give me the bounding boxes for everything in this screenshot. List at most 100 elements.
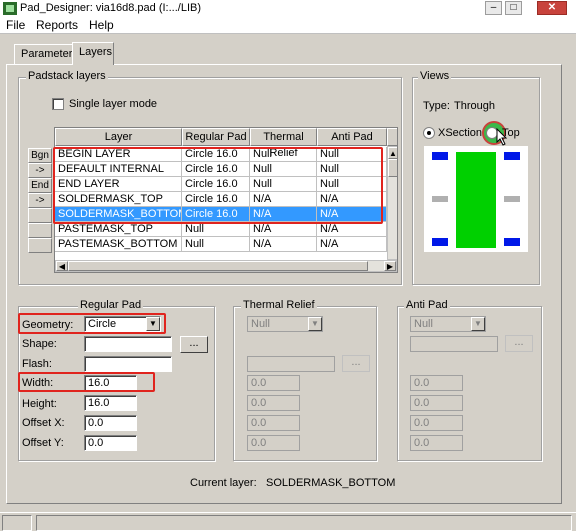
row-button[interactable]: End xyxy=(28,178,52,193)
cell-layer[interactable]: BEGIN LAYER xyxy=(55,147,182,162)
menu-reports[interactable]: Reports xyxy=(36,18,78,32)
cell-layer[interactable]: END LAYER xyxy=(55,177,182,192)
cell-layer[interactable]: SOLDERMASK_BOTTOM xyxy=(55,207,182,222)
cell-layer[interactable]: SOLDERMASK_TOP xyxy=(55,192,182,207)
thermal-geometry-select: Null ▼ xyxy=(247,316,323,332)
top-pad-left xyxy=(432,152,448,160)
height-field[interactable]: 16.0 xyxy=(84,395,137,411)
column-header-layer[interactable]: Layer xyxy=(55,128,182,146)
scroll-h-thumb[interactable] xyxy=(68,261,368,271)
geometry-select[interactable]: Circle ▼ xyxy=(84,316,161,332)
bottom-pad-right xyxy=(504,238,520,246)
width-label: Width: xyxy=(22,377,54,389)
cell-regular-pad[interactable]: Circle 16.0 xyxy=(182,192,250,207)
close-button[interactable]: ✕ xyxy=(537,1,567,15)
row-button[interactable] xyxy=(28,208,52,223)
cell-regular-pad[interactable]: Circle 16.0 xyxy=(182,177,250,192)
shape-browse-button[interactable]: ... xyxy=(180,336,208,353)
single-layer-checkbox[interactable] xyxy=(52,98,64,110)
maximize-button[interactable]: □ xyxy=(505,1,522,15)
menu-help[interactable]: Help xyxy=(89,18,114,32)
xsection-view xyxy=(424,146,528,252)
xsection-label: XSection xyxy=(438,127,483,139)
tab-layers[interactable]: Layers xyxy=(72,42,114,65)
thermal-relief-label: Thermal Relief xyxy=(241,299,317,311)
chevron-down-icon[interactable]: ▼ xyxy=(146,317,160,331)
column-header-blank xyxy=(387,128,397,146)
cell-anti-pad[interactable]: N/A xyxy=(317,222,387,237)
layers-table: Layer Regular Pad Thermal Relief Anti Pa… xyxy=(54,127,398,273)
cell-anti-pad[interactable]: Null xyxy=(317,162,387,177)
cell-thermal-relief[interactable]: Null xyxy=(250,162,317,177)
table-horizontal-scrollbar[interactable]: ◀ ▶ xyxy=(55,260,397,272)
geometry-label: Geometry: xyxy=(22,319,74,331)
cell-thermal-relief[interactable]: N/A xyxy=(250,207,317,222)
cell-regular-pad[interactable]: Circle 16.0 xyxy=(182,147,250,162)
cell-anti-pad[interactable]: N/A xyxy=(317,192,387,207)
scroll-up-arrow-icon[interactable]: ▲ xyxy=(388,147,397,159)
anti-geometry-select: Null ▼ xyxy=(410,316,486,332)
cell-layer[interactable]: DEFAULT INTERNAL xyxy=(55,162,182,177)
tab-parameters[interactable]: Parameters xyxy=(14,44,78,64)
xsection-radio[interactable] xyxy=(423,127,435,139)
offset-y-field[interactable]: 0.0 xyxy=(84,435,137,451)
cell-anti-pad[interactable]: Null xyxy=(317,177,387,192)
menu-bar: File Reports Help xyxy=(0,17,576,34)
current-layer-value: SOLDERMASK_BOTTOM xyxy=(266,477,396,489)
shape-field[interactable] xyxy=(84,336,172,352)
minimize-button[interactable]: – xyxy=(485,1,502,15)
cell-anti-pad[interactable]: Null xyxy=(317,147,387,162)
drill-barrel xyxy=(456,152,496,248)
cell-anti-pad[interactable]: N/A xyxy=(317,207,387,222)
shape-label: Shape: xyxy=(22,338,57,350)
bottom-pad-left xyxy=(432,238,448,246)
row-button[interactable]: -> xyxy=(28,163,52,178)
column-header-regular-pad[interactable]: Regular Pad xyxy=(182,128,250,146)
cell-regular-pad[interactable]: Circle 16.0 xyxy=(182,207,250,222)
type-value: Through xyxy=(454,100,495,112)
cell-thermal-relief[interactable]: N/A xyxy=(250,192,317,207)
offset-x-field[interactable]: 0.0 xyxy=(84,415,137,431)
scroll-right-arrow-icon[interactable]: ▶ xyxy=(384,261,396,271)
row-button[interactable]: -> xyxy=(28,193,52,208)
cell-regular-pad[interactable]: Circle 16.0 xyxy=(182,162,250,177)
table-vertical-scrollbar[interactable]: ▲ xyxy=(387,146,397,260)
offset-y-label: Offset Y: xyxy=(22,437,64,449)
cell-anti-pad[interactable]: N/A xyxy=(317,237,387,252)
padstack-layers-label: Padstack layers xyxy=(26,70,108,82)
row-button[interactable]: Bgn xyxy=(28,148,52,163)
window-title: Pad_Designer: via16d8.pad (I:.../LIB) xyxy=(20,2,201,14)
thermal-height-field: 0.0 xyxy=(247,395,300,411)
cell-thermal-relief[interactable]: Null xyxy=(250,147,317,162)
cell-layer[interactable]: PASTEMASK_BOTTOM xyxy=(55,237,182,252)
anti-shape-field xyxy=(410,336,498,352)
geometry-value: Circle xyxy=(88,318,117,330)
thermal-offset-y-field: 0.0 xyxy=(247,435,300,451)
cell-regular-pad[interactable]: Null xyxy=(182,222,250,237)
cell-thermal-relief[interactable]: Null xyxy=(250,177,317,192)
cell-layer[interactable]: PASTEMASK_TOP xyxy=(55,222,182,237)
cell-thermal-relief[interactable]: N/A xyxy=(250,237,317,252)
cell-regular-pad[interactable]: Null xyxy=(182,237,250,252)
cell-thermal-relief[interactable]: N/A xyxy=(250,222,317,237)
column-header-thermal-relief[interactable]: Thermal Relief xyxy=(250,128,317,159)
app-icon xyxy=(3,2,17,15)
row-button[interactable] xyxy=(28,238,52,253)
type-label: Type: xyxy=(423,100,450,112)
menu-file[interactable]: File xyxy=(6,18,25,32)
inner-layer-right xyxy=(504,196,520,202)
flash-field[interactable] xyxy=(84,356,172,372)
single-layer-label: Single layer mode xyxy=(69,98,158,110)
scroll-left-arrow-icon[interactable]: ◀ xyxy=(56,261,68,271)
mouse-pointer-icon xyxy=(496,128,508,146)
width-field[interactable]: 16.0 xyxy=(84,375,137,391)
top-pad-right xyxy=(504,152,520,160)
column-header-anti-pad[interactable]: Anti Pad xyxy=(317,128,387,146)
thermal-offset-x-field: 0.0 xyxy=(247,415,300,431)
flash-label: Flash: xyxy=(22,358,52,370)
thermal-width-field: 0.0 xyxy=(247,375,300,391)
anti-browse-button: ... xyxy=(505,335,533,352)
row-button[interactable] xyxy=(28,223,52,238)
height-label: Height: xyxy=(22,398,57,410)
scroll-thumb[interactable] xyxy=(388,159,397,177)
